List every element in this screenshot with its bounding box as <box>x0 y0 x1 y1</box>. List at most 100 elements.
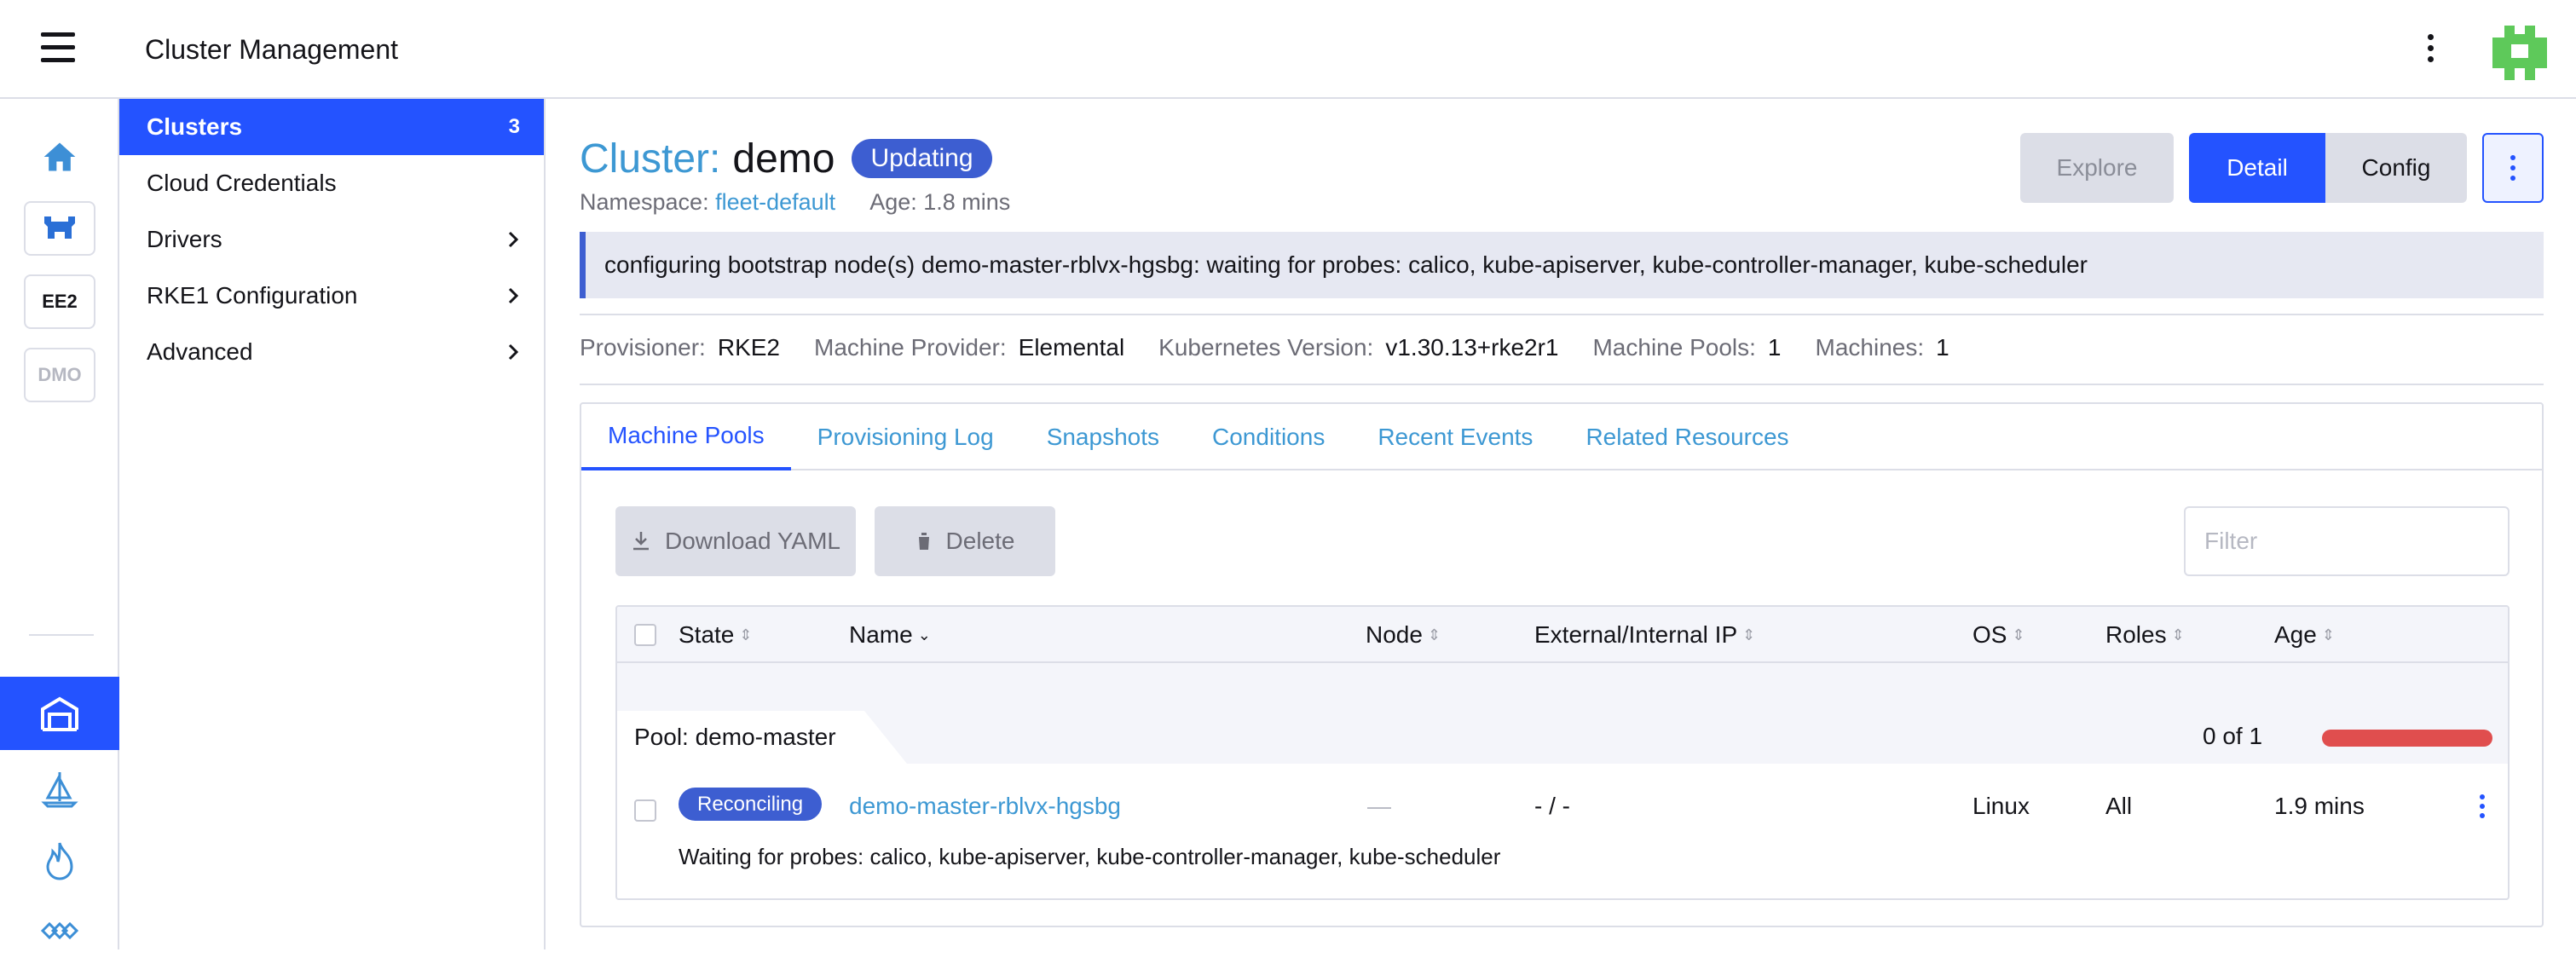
avatar[interactable] <box>2489 22 2550 84</box>
title-prefix: Cluster: <box>580 136 721 182</box>
detail-value: Elemental <box>1018 334 1125 361</box>
filter-input[interactable] <box>2184 506 2510 576</box>
age-label: Age: <box>869 189 917 215</box>
cluster-meta: Namespace: fleet-default Age: 1.8 mins <box>580 189 1010 216</box>
kebab-menu-icon[interactable] <box>2417 31 2443 73</box>
sidebar-item-clusters[interactable]: Clusters 3 <box>119 99 544 155</box>
table-header: State ⇕ Name ⌄ Node ⇕ External/Internal IP ⇕… <box>617 607 2508 663</box>
delete-button[interactable]: Delete <box>875 506 1055 576</box>
machine-name-link[interactable]: demo-master-rblvx-hgsbg <box>849 793 1121 820</box>
status-banner: configuring bootstrap node(s) demo-maste… <box>580 232 2544 298</box>
cluster-ee2-button[interactable]: EE2 <box>24 274 95 329</box>
column-header-state[interactable]: State ⇕ <box>679 607 752 663</box>
main-content: Cluster: demo Updating Namespace: fleet-… <box>546 99 2576 949</box>
row-os: Linux <box>1972 793 2030 819</box>
age-value: 1.8 mins <box>923 189 1011 215</box>
rail-divider <box>29 634 94 636</box>
download-yaml-button[interactable]: Download YAML <box>615 506 856 576</box>
detail-label: Machine Provider: <box>814 334 1007 361</box>
detail-label: Provisioner: <box>580 334 706 361</box>
continuous-delivery-icon[interactable] <box>24 762 95 817</box>
detail-button[interactable]: Detail <box>2189 133 2325 203</box>
page-title: Cluster Management <box>145 34 399 65</box>
clusters-count-badge: 3 <box>508 115 520 138</box>
cluster-management-icon[interactable] <box>0 677 119 750</box>
sidebar-item-rke1-configuration[interactable]: RKE1 Configuration <box>119 268 544 324</box>
sort-icon: ⇕ <box>739 626 753 643</box>
fire-icon[interactable] <box>24 834 95 888</box>
pool-label: Pool: demo-master <box>617 711 907 764</box>
chevron-right-icon <box>508 343 519 361</box>
left-icon-rail: EE2 DMO <box>0 99 119 949</box>
actions-menu-button[interactable] <box>2482 133 2544 203</box>
namespace-label: Namespace: <box>580 189 709 215</box>
home-icon[interactable] <box>24 130 95 184</box>
row-roles: All <box>2105 793 2133 819</box>
download-yaml-label: Download YAML <box>665 528 840 554</box>
menu-icon[interactable] <box>34 32 82 70</box>
sidebar-item-label: Clusters <box>147 113 243 140</box>
row-checkbox[interactable] <box>634 799 656 822</box>
column-header-ip[interactable]: External/Internal IP ⇕ <box>1534 607 1755 663</box>
sort-down-icon: ⌄ <box>917 626 931 643</box>
detail-label: Machine Pools: <box>1592 334 1756 361</box>
top-header: Cluster Management <box>0 0 2576 99</box>
namespace-link[interactable]: fleet-default <box>715 189 835 215</box>
tab-machine-pools[interactable]: Machine Pools <box>581 404 791 470</box>
column-header-roles[interactable]: Roles ⇕ <box>2105 607 2185 663</box>
explore-button[interactable]: Explore <box>2020 133 2174 203</box>
side-navigation: Clusters 3 Cloud Credentials Drivers RKE… <box>119 99 546 949</box>
tab-bar: Machine Pools Provisioning Log Snapshots… <box>581 404 2542 470</box>
banner-message: configuring bootstrap node(s) demo-maste… <box>604 251 2088 278</box>
chevron-right-icon <box>508 231 519 248</box>
detail-value: 1 <box>1936 334 1949 361</box>
tabs-panel: Machine Pools Provisioning Log Snapshots… <box>580 402 2544 927</box>
cluster-title: Cluster: demo Updating <box>580 133 992 184</box>
column-header-name[interactable]: Name ⌄ <box>849 607 931 663</box>
cluster-name: demo <box>732 136 835 182</box>
extensions-icon[interactable] <box>24 903 95 958</box>
column-header-os[interactable]: OS ⇕ <box>1972 607 2025 663</box>
chevron-right-icon <box>508 287 519 304</box>
sort-icon: ⇕ <box>1427 626 1441 643</box>
select-all-checkbox[interactable] <box>634 607 656 663</box>
config-button[interactable]: Config <box>2325 133 2467 203</box>
sidebar-item-drivers[interactable]: Drivers <box>119 211 544 268</box>
state-badge: Reconciling <box>679 788 823 821</box>
status-badge: Updating <box>852 139 992 178</box>
pool-group-header: Pool: demo-master 0 of 1 <box>617 663 2508 764</box>
sidebar-item-advanced[interactable]: Advanced <box>119 324 544 380</box>
column-header-age[interactable]: Age ⇕ <box>2274 607 2335 663</box>
tab-conditions[interactable]: Conditions <box>1186 404 1351 470</box>
detail-label: Kubernetes Version: <box>1158 334 1374 361</box>
tab-related-resources[interactable]: Related Resources <box>1559 404 1815 470</box>
sidebar-item-cloud-credentials[interactable]: Cloud Credentials <box>119 155 544 211</box>
row-state: Reconciling <box>679 788 823 821</box>
divider <box>580 314 2544 315</box>
row-ip: - / - <box>1534 793 1570 819</box>
trash-icon <box>916 533 931 550</box>
divider <box>580 384 2544 385</box>
row-node: — <box>1367 793 1391 819</box>
detail-value: v1.30.13+rke2r1 <box>1385 334 1559 361</box>
machine-pools-table: State ⇕ Name ⌄ Node ⇕ External/Internal IP ⇕… <box>615 605 2510 900</box>
row-age: 1.9 mins <box>2274 793 2365 819</box>
delete-label: Delete <box>945 528 1015 554</box>
sidebar-item-label: RKE1 Configuration <box>147 282 358 309</box>
sort-icon: ⇕ <box>2171 626 2185 643</box>
column-header-node[interactable]: Node ⇕ <box>1366 607 1441 663</box>
detail-value: RKE2 <box>717 334 780 361</box>
sidebar-item-label: Drivers <box>147 226 222 252</box>
sort-icon: ⇕ <box>2012 626 2025 643</box>
tab-provisioning-log[interactable]: Provisioning Log <box>791 404 1020 470</box>
row-message: Waiting for probes: calico, kube-apiserv… <box>679 844 1501 869</box>
tab-recent-events[interactable]: Recent Events <box>1351 404 1559 470</box>
rancher-logo-icon[interactable] <box>24 201 95 256</box>
row-actions-icon[interactable] <box>2474 793 2491 830</box>
tab-snapshots[interactable]: Snapshots <box>1020 404 1186 470</box>
detail-value: 1 <box>1767 334 1782 361</box>
cluster-dmo-button[interactable]: DMO <box>24 348 95 402</box>
cluster-details: Provisioner: RKE2 Machine Provider: Elemen… <box>580 334 1949 361</box>
sort-icon: ⇕ <box>1742 626 1756 643</box>
sidebar-item-label: Advanced <box>147 338 253 365</box>
